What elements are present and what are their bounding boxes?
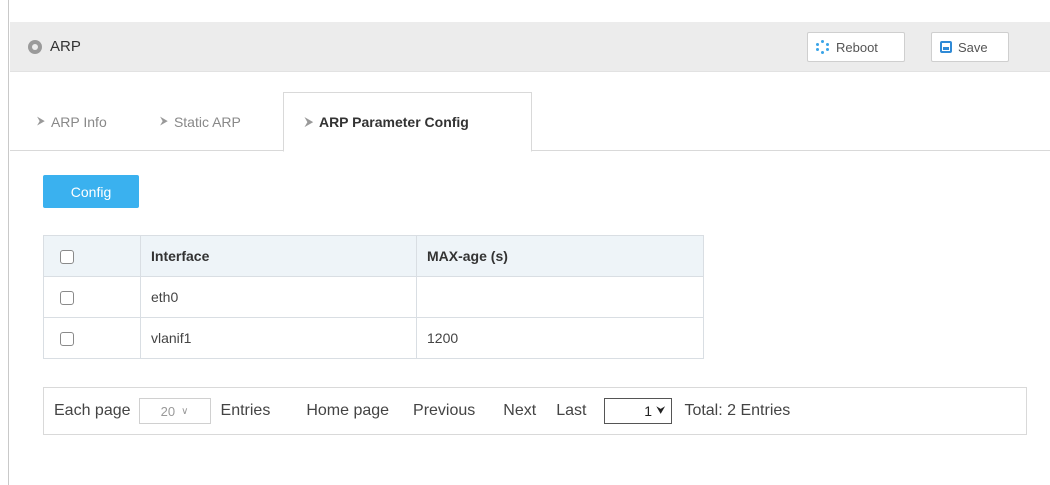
column-header-interface: Interface (140, 235, 417, 277)
config-button[interactable]: Config (43, 175, 139, 208)
max-age-cell: 1200 (416, 317, 704, 359)
current-page-value: 1 (644, 403, 653, 419)
tab-label: ARP Parameter Config (318, 114, 469, 130)
reboot-button[interactable]: Reboot (807, 32, 905, 62)
select-all-cell (43, 235, 141, 277)
table-row: eth0 (43, 276, 704, 318)
table-row: vlanif1 1200 (43, 317, 704, 359)
save-button[interactable]: Save (931, 32, 1009, 62)
interface-cell: vlanif1 (140, 317, 417, 359)
page-header: ARP Reboot Save (10, 22, 1050, 72)
home-page-link[interactable]: Home page (306, 402, 389, 420)
arp-parameter-table: Interface MAX-age (s) eth0 vlanif1 1200 (43, 235, 704, 359)
tab-label: ARP Info (50, 113, 107, 130)
reboot-label: Reboot (836, 39, 878, 55)
chevron-down-icon: ⮟ (656, 404, 666, 417)
each-page-label: Each page (54, 402, 131, 419)
row-checkbox[interactable] (60, 332, 74, 347)
table-header-row: Interface MAX-age (s) (43, 235, 704, 277)
max-age-cell (416, 276, 704, 318)
save-icon (940, 41, 952, 53)
page-number-select[interactable]: 1 ⮟ (604, 398, 673, 424)
tab-arp-parameter-config[interactable]: ⮞ ARP Parameter Config (283, 92, 532, 152)
last-page-link[interactable]: Last (556, 402, 586, 420)
row-select-cell (43, 317, 141, 359)
select-all-checkbox[interactable] (60, 250, 74, 265)
page-size-value: 20 (160, 403, 176, 419)
tab-bar: ⮞ ARP Info ⮞ Static ARP ⮞ ARP Parameter … (10, 92, 1050, 152)
reboot-icon (816, 40, 830, 54)
tab-arp-info[interactable]: ⮞ ARP Info (37, 92, 107, 151)
location-pin-icon (28, 40, 42, 54)
column-header-max-age: MAX-age (s) (416, 235, 704, 277)
interface-cell: eth0 (140, 276, 417, 318)
tab-label: Static ARP (173, 113, 241, 130)
page-title: ARP (50, 38, 81, 55)
chevron-right-icon: ⮞ (160, 115, 168, 127)
chevron-right-icon: ⮞ (305, 115, 313, 128)
pagination-bar: Each page 20 ∨ Entries Home page Previou… (43, 387, 1027, 435)
row-checkbox[interactable] (60, 291, 74, 306)
previous-page-link[interactable]: Previous (413, 402, 475, 420)
entries-label: Entries (220, 402, 271, 419)
total-entries-label: Total: 2 Entries (684, 402, 791, 419)
tab-static-arp[interactable]: ⮞ Static ARP (160, 92, 241, 151)
save-label: Save (958, 39, 988, 55)
row-select-cell (43, 276, 141, 318)
chevron-down-icon: ∨ (181, 405, 189, 417)
chevron-right-icon: ⮞ (37, 115, 45, 127)
next-page-link[interactable]: Next (503, 402, 536, 420)
page-size-select[interactable]: 20 ∨ (138, 398, 211, 424)
